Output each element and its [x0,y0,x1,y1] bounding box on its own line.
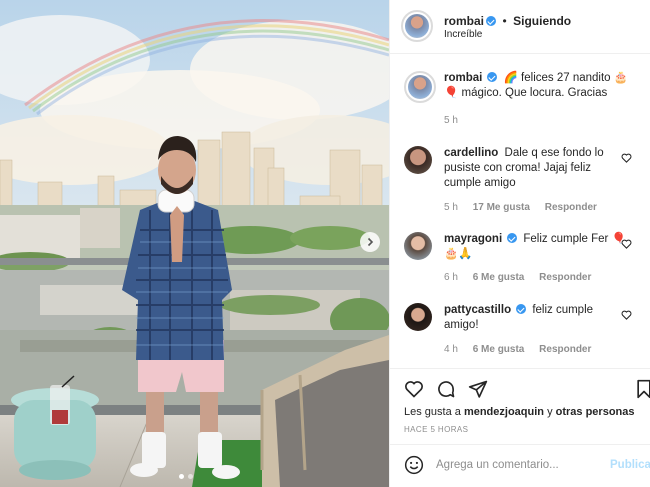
carousel-dot-active [179,474,184,479]
liker-username[interactable]: mendezjoaquin [464,406,544,418]
verified-badge-icon [487,72,498,82]
post-header: rombai • Siguiendo Increíble [390,0,650,54]
heart-icon[interactable] [404,379,424,399]
comment-meta: 5 h 17 Me gusta Responder [444,202,609,213]
post-photo[interactable] [0,0,389,487]
comment-input[interactable] [436,455,606,475]
caption-text: rombai 🌈 felices 27 nandito 🎂🎈 mágico. Q… [444,71,630,101]
commenter-username[interactable]: cardellino [444,147,498,159]
reply-button[interactable]: Responder [539,344,591,355]
carousel-next-button[interactable] [360,232,380,252]
author-avatar[interactable] [401,10,433,42]
caption-username[interactable]: rombai [444,72,482,84]
comment-text: mayragoni Feliz cumple Fer 🎈🎂🙏 [444,232,630,262]
commenter-avatar[interactable] [404,303,432,331]
comment-time[interactable]: 5 h [444,202,458,213]
post-timestamp[interactable]: HACE 5 HORAS [404,425,468,434]
comment-like-count[interactable]: 6 Me gusta [473,344,525,355]
verified-badge-icon [516,304,527,314]
commenter-username[interactable]: pattycastillo [444,304,511,316]
comment-icon[interactable] [436,379,456,399]
smiley-icon[interactable] [404,455,424,475]
post-actions: Les gusta a mendezjoaquin y otras person… [390,368,650,478]
comment-time[interactable]: 4 h [444,344,458,355]
comment-item: pattycastillo feliz cumple amigo! 4 h 6 … [404,303,644,363]
likes-conjunction: y [547,406,553,418]
commenter-avatar[interactable] [404,146,432,174]
commenter-username[interactable]: mayragoni [444,233,502,245]
other-likers-link[interactable]: otras personas [556,406,635,418]
comment-item: cardellino Dale q ese fondo lo pusiste c… [404,146,644,216]
author-username[interactable]: rombai [444,14,484,28]
header-separator: • [502,14,507,28]
heart-icon[interactable] [621,310,632,320]
caption-meta: 5 h [444,115,470,126]
paper-plane-icon[interactable] [468,379,488,399]
header-title-row: rombai • Siguiendo [444,12,571,30]
comment-like-count[interactable]: 6 Me gusta [473,272,525,283]
caption-body-line2: mágico. Que locura. Gracias [461,87,608,99]
post-panel: rombai • Siguiendo Increíble rombai 🌈 fe… [389,0,650,487]
verified-badge-icon [486,16,497,26]
instagram-post: rombai • Siguiendo Increíble rombai 🌈 fe… [0,0,650,487]
publish-button[interactable]: Publicar [610,459,650,471]
commenter-avatar[interactable] [404,232,432,260]
caption-avatar[interactable] [404,71,436,103]
caption-time[interactable]: 5 h [444,115,458,126]
add-comment-bar: Publicar [390,444,650,484]
following-button[interactable]: Siguiendo [513,14,571,28]
reply-button[interactable]: Responder [545,202,597,213]
likes-prefix: Les gusta a [404,406,461,418]
reply-button[interactable]: Responder [539,272,591,283]
carousel-dot [188,474,193,479]
heart-icon[interactable] [621,239,632,249]
photo-illustration [0,0,389,487]
caption: rombai 🌈 felices 27 nandito 🎂🎈 mágico. Q… [404,71,644,131]
comment-text: pattycastillo feliz cumple amigo! [444,303,630,333]
comment-text: cardellino Dale q ese fondo lo pusiste c… [444,146,630,191]
post-location[interactable]: Increíble [444,29,482,40]
comment-item: mayragoni Feliz cumple Fer 🎈🎂🙏 6 h 6 Me … [404,232,644,292]
bookmark-icon[interactable] [634,379,650,399]
comment-meta: 6 h 6 Me gusta Responder [444,272,603,283]
carousel-indicator [179,474,193,479]
comment-meta: 4 h 6 Me gusta Responder [444,344,603,355]
chevron-right-icon [367,237,374,247]
likes-summary: Les gusta a mendezjoaquin y otras person… [404,406,635,418]
verified-badge-icon [507,233,518,243]
comment-time[interactable]: 6 h [444,272,458,283]
comment-like-count[interactable]: 17 Me gusta [473,202,530,213]
heart-icon[interactable] [621,153,632,163]
